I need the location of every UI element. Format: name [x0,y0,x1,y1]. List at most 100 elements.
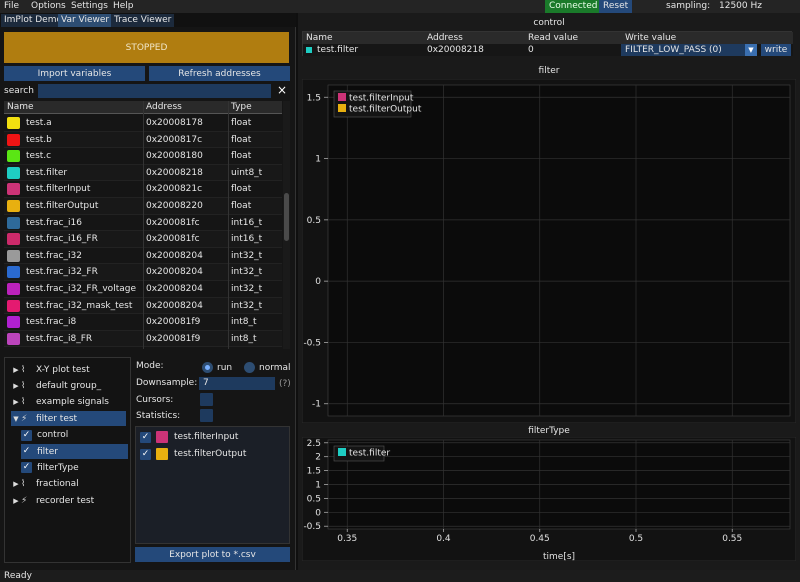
mode-normal-label: normal [259,363,291,373]
signal-color-swatch[interactable] [7,150,20,163]
search-input[interactable] [38,84,271,98]
header-address[interactable]: Address [427,33,463,43]
var-address: 0x20008180 [146,151,203,162]
signal-color-swatch[interactable] [156,448,168,460]
signal-color-swatch[interactable] [7,283,20,295]
var-address: 0x20008204 [146,267,203,278]
reset-button[interactable]: Reset [599,0,633,13]
plot-legend[interactable]: test.filterInputtest.filterOutput [333,90,422,118]
checkbox[interactable]: ✓ [21,446,32,457]
variable-table-scrollbar[interactable] [283,101,290,349]
write-button[interactable]: write [761,44,791,56]
menu-help[interactable]: Help [113,1,134,11]
cursors-checkbox[interactable] [200,393,213,406]
tree-item-example-signals[interactable]: ▶ ⌇ example signals [11,395,126,410]
tree-item-filter[interactable]: ✓ filter [21,444,128,459]
header-read-value[interactable]: Read value [528,33,578,43]
signal-color-swatch[interactable] [7,332,20,345]
tree-item-filter-test[interactable]: ▼ ⚡ filter test [11,411,126,427]
plot-signal-item[interactable]: ✓ test.filterInput [140,430,238,444]
tree-item-x-y-plot-test[interactable]: ▶ ⌇ X-Y plot test [11,362,126,377]
menu-settings[interactable]: Settings [71,1,108,11]
signal-color-swatch[interactable] [7,133,20,146]
menu-file[interactable]: File [4,1,19,11]
var-type: float [231,151,252,162]
tree-item-filtertype[interactable]: ✓ filterType [21,460,128,475]
tree-item-label: X-Y plot test [36,364,90,375]
tree-item-control[interactable]: ✓ control [21,428,128,443]
import-variables-button[interactable]: Import variables [4,66,145,81]
filter-plot[interactable]: 1.5 1 0.5 0 -0.5 -1 test.filterInputtest.filte… [302,79,796,423]
lightning-icon: ⚡ [21,413,28,424]
header-name[interactable]: Name [7,102,34,112]
chevron-right-icon[interactable]: ▶ [11,497,21,505]
chevron-right-icon[interactable]: ▶ [11,398,21,406]
var-name: test.frac_i32_FR_voltage [26,284,136,294]
control-title: control [533,18,565,28]
refresh-addresses-button[interactable]: Refresh addresses [149,66,290,81]
plot-signal-item[interactable]: ✓ test.filterOutput [140,447,246,461]
tree-item-recorder-test[interactable]: ▶ ⚡ recorder test [11,493,126,508]
var-name: test.frac_i32_mask_test [26,300,133,311]
export-csv-button[interactable]: Export plot to *.csv [135,547,290,562]
header-address[interactable]: Address [146,102,182,112]
signal-color-swatch[interactable] [7,183,20,196]
plot-legend[interactable]: test.filter [333,445,390,462]
checkbox[interactable]: ✓ [21,462,32,474]
close-icon[interactable]: × [277,83,287,97]
y-tick-label: 1.5 [307,93,321,103]
header-write-value[interactable]: Write value [625,33,676,43]
signal-color-swatch[interactable] [7,299,20,312]
var-name: test.frac_i16 [26,217,82,228]
signal-color-swatch[interactable] [7,117,20,129]
chevron-down-icon[interactable]: ▼ [745,44,757,56]
menu-options[interactable]: Options [31,1,66,11]
mode-run-radio[interactable] [202,362,213,373]
y-tick-label: 1 [315,155,321,165]
var-type: int16_t [231,234,263,245]
signal-color-swatch[interactable] [7,233,20,246]
header-type[interactable]: Type [231,102,252,112]
write-value-select[interactable]: FILTER_LOW_PASS (0) [621,44,757,56]
downsample-input[interactable]: 7 [199,377,275,390]
checkbox[interactable]: ✓ [140,448,151,460]
signal-color-swatch[interactable] [7,216,20,229]
signal-color-swatch[interactable] [156,431,168,443]
header-name[interactable]: Name [306,33,333,43]
signal-color-swatch[interactable] [7,316,20,329]
signal-color-swatch [306,47,312,53]
var-type: float [231,134,252,145]
checkbox[interactable]: ✓ [21,429,32,441]
filtertype-plot[interactable]: 2.5 2 1.5 1 0.5 0 -0.5 0.35 0.4 0.45 0.5 0.55 time[s… [302,437,796,561]
var-type: float [231,118,252,128]
lightning-icon: ⚡ [21,495,28,506]
signal-color-swatch[interactable] [7,200,20,212]
signal-color-swatch[interactable] [7,166,20,179]
plot-area[interactable] [327,84,791,417]
chevron-right-icon[interactable]: ▶ [11,382,21,390]
tab-var-viewer[interactable]: Var Viewer [58,14,113,27]
run-state-button[interactable]: STOPPED [4,32,289,63]
legend-entry: test.filterInput [349,94,414,104]
tree-item-fractional[interactable]: ▶ ⌇ fractional [11,477,126,492]
tab-trace-viewer[interactable]: Trace Viewer [111,14,175,27]
help-icon[interactable]: (?) [279,379,291,389]
chevron-right-icon[interactable]: ▶ [11,480,21,488]
tab-implot-demo[interactable]: ImPlot Demo [1,14,65,27]
chevron-right-icon[interactable]: ▶ [11,366,21,374]
tree-item-default-group[interactable]: ▶ ⌇ default group_ [11,378,126,393]
var-name: test.a [26,118,52,128]
var-type: float [231,201,252,211]
x-axis-label: time[s] [543,552,575,561]
statistics-checkbox[interactable] [200,409,213,422]
mode-normal-radio[interactable] [244,362,255,373]
signal-icon: ⌇ [21,397,26,408]
legend-swatch[interactable] [338,93,346,101]
signal-color-swatch[interactable] [7,266,20,279]
checkbox[interactable]: ✓ [140,431,151,443]
signal-color-swatch[interactable] [7,249,20,262]
legend-swatch[interactable] [338,448,346,456]
var-address: 0x20008204 [146,250,203,261]
legend-swatch[interactable] [338,104,346,112]
chevron-down-icon[interactable]: ▼ [11,415,21,423]
